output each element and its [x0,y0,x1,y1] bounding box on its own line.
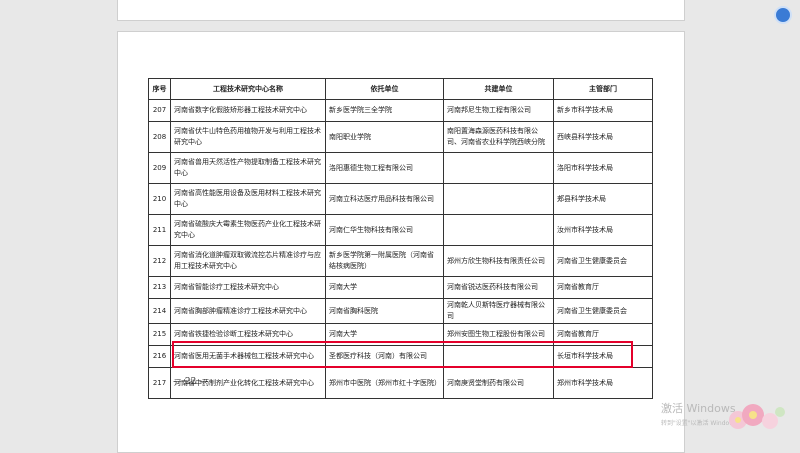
partner-unit: 河南邦尼生物工程有限公司 [443,99,554,122]
row-number: 209 [148,152,171,184]
authority: 河南省教育厅 [553,323,653,346]
previous-page-bottom [117,0,685,21]
table-row: 211 河南省硫酸庆大霉素生物医药产业化工程技术研究中心 河南仁华生物科技有限公… [148,214,653,246]
partner-unit: 河南庚贤堂制药有限公司 [443,367,554,399]
header-host-unit: 依托单位 [325,78,444,100]
authority: 新乡市科学技术局 [553,99,653,122]
partner-unit [443,152,554,184]
host-unit: 郑州市中医院（郑州市红十字医院） [325,367,444,399]
authority: 河南省教育厅 [553,276,653,299]
row-number: 212 [148,245,171,277]
table-row: 214 河南省胸部肿瘤精准诊疗工程技术研究中心 河南省胸科医院 河南乾人贝斯特医… [148,298,653,324]
partner-unit: 河南乾人贝斯特医疗器械有限公司 [443,298,554,324]
flower-decoration-icon [729,404,785,429]
table-row: 212 河南省消化道肿瘤双取微流控芯片精准诊疗与应用工程技术研究中心 新乡医学院… [148,245,653,277]
row-number: 211 [148,214,171,246]
page-number: — 22 — [173,377,209,387]
partner-unit [443,214,554,246]
table-row: 215 河南省铁捷检验诊断工程技术研究中心 河南大学 郑州安图生物工程股份有限公… [148,323,653,346]
table-row: 208 河南省伏牛山特色药用植物开发与利用工程技术研究中心 南阳职业学院 南阳置… [148,121,653,153]
table-row: 210 河南省高性能医用设备及医用材料工程技术研究中心 河南立科达医疗用品科技有… [148,183,653,215]
partner-unit: 郑州安图生物工程股份有限公司 [443,323,554,346]
row-number: 213 [148,276,171,299]
row-number: 208 [148,121,171,153]
engineering-center-table: 序号 工程技术研究中心名称 依托单位 共建单位 主管部门 207 河南省数字化假… [148,78,653,399]
host-unit: 河南大学 [325,323,444,346]
authority: 郑州市科学技术局 [553,367,653,399]
center-name: 河南省胸部肿瘤精准诊疗工程技术研究中心 [170,298,326,324]
document-page: 序号 工程技术研究中心名称 依托单位 共建单位 主管部门 207 河南省数字化假… [117,31,685,453]
table-row: 207 河南省数字化假肢矫形器工程技术研究中心 新乡医学院三全学院 河南邦尼生物… [148,99,653,122]
host-unit: 洛阳惠德生物工程有限公司 [325,152,444,184]
authority: 洛阳市科学技术局 [553,152,653,184]
host-unit: 新乡医学院第一附属医院（河南省结核病医院） [325,245,444,277]
center-name: 河南省消化道肿瘤双取微流控芯片精准诊疗与应用工程技术研究中心 [170,245,326,277]
row-number: 214 [148,298,171,324]
center-name: 河南省医用无菌手术器械包工程技术研究中心 [170,345,326,368]
partner-unit: 郑州方欣生物科技有限责任公司 [443,245,554,277]
authority: 长垣市科学技术局 [553,345,653,368]
table-row: 209 河南省兽用天然活性产物提取制备工程技术研究中心 洛阳惠德生物工程有限公司… [148,152,653,184]
center-name: 河南省数字化假肢矫形器工程技术研究中心 [170,99,326,122]
host-unit: 河南省胸科医院 [325,298,444,324]
host-unit: 新乡医学院三全学院 [325,99,444,122]
partner-unit: 南阳置海森源医药科技有限公司、河南省农业科学院西峡分院 [443,121,554,153]
authority: 河南省卫生健康委员会 [553,298,653,324]
header-number: 序号 [148,78,171,100]
authority: 河南省卫生健康委员会 [553,245,653,277]
assistant-icon[interactable] [774,6,792,24]
row-number: 210 [148,183,171,215]
table-header-row: 序号 工程技术研究中心名称 依托单位 共建单位 主管部门 [148,78,653,100]
center-name: 河南省智能诊疗工程技术研究中心 [170,276,326,299]
center-name: 河南省兽用天然活性产物提取制备工程技术研究中心 [170,152,326,184]
table-row: 213 河南省智能诊疗工程技术研究中心 河南大学 河南省锐达医药科技有限公司 河… [148,276,653,299]
partner-unit: 河南省锐达医药科技有限公司 [443,276,554,299]
partner-unit [443,183,554,215]
authority: 西峡县科学技术局 [553,121,653,153]
host-unit: 河南仁华生物科技有限公司 [325,214,444,246]
center-name: 河南省硫酸庆大霉素生物医药产业化工程技术研究中心 [170,214,326,246]
authority: 郏县科学技术局 [553,183,653,215]
row-number: 217 [148,367,171,399]
host-unit: 河南立科达医疗用品科技有限公司 [325,183,444,215]
partner-unit [443,345,554,368]
center-name: 河南省铁捷检验诊断工程技术研究中心 [170,323,326,346]
host-unit: 河南大学 [325,276,444,299]
row-number: 207 [148,99,171,122]
table-row: 216 河南省医用无菌手术器械包工程技术研究中心 圣都医疗科技（河南）有限公司 … [148,345,653,368]
host-unit: 南阳职业学院 [325,121,444,153]
header-partner-unit: 共建单位 [443,78,554,100]
row-number: 215 [148,323,171,346]
host-unit: 圣都医疗科技（河南）有限公司 [325,345,444,368]
header-center-name: 工程技术研究中心名称 [170,78,326,100]
header-authority: 主管部门 [553,78,653,100]
center-name: 河南省伏牛山特色药用植物开发与利用工程技术研究中心 [170,121,326,153]
authority: 汝州市科学技术局 [553,214,653,246]
table-row-highlighted: 217 河南省中药制剂产业化转化工程技术研究中心 郑州市中医院（郑州市红十字医院… [148,367,653,399]
center-name: 河南省高性能医用设备及医用材料工程技术研究中心 [170,183,326,215]
row-number: 216 [148,345,171,368]
